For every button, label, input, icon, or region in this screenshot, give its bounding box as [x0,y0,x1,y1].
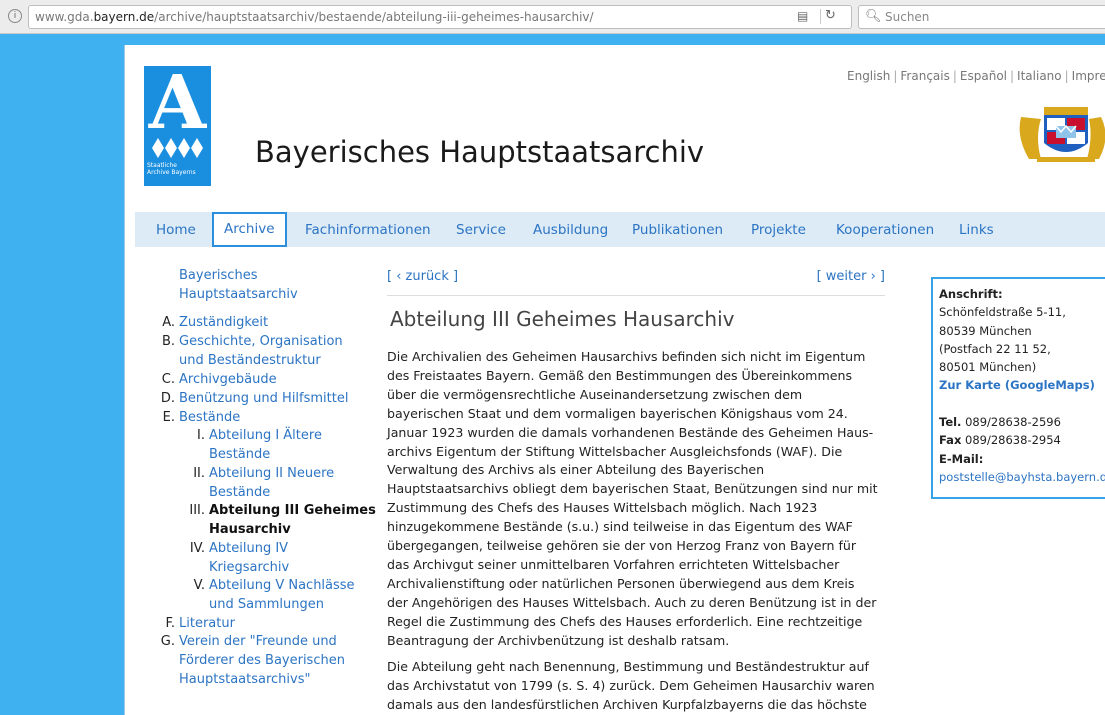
lang-english[interactable]: English [847,69,890,83]
reload-icon[interactable]: ↻ [825,8,841,24]
next-link[interactable]: [ weiter › ] [817,269,885,284]
site-title: Bayerisches Hauptstaatsarchiv [255,135,705,169]
reader-view-icon[interactable]: ▤ [797,9,813,23]
search-input[interactable]: 🔍︎ Suchen [858,5,1105,29]
nav-home[interactable]: Home [156,212,196,247]
url-text: www.gda.bayern.de/archive/hauptstaatsarc… [35,10,594,24]
impressum-link[interactable]: Impres [1072,69,1105,83]
url-divider [820,9,821,24]
address-street: Schönfeldstraße 5-11, [939,305,1066,320]
info-icon[interactable]: i [8,9,22,23]
paragraph-2: Die Abteilung geht nach Benennung, Besti… [387,659,875,712]
nav-ausbildung[interactable]: Ausbildung [533,212,608,247]
nav-projekte[interactable]: Projekte [751,212,806,247]
bavarian-coat-of-arms-icon [1011,97,1105,163]
fax-label: Fax [939,433,962,448]
address-postfach: (Postfach 22 11 52, [939,341,1051,356]
nav-publikationen[interactable]: Publikationen [632,212,723,247]
address-city: 80539 München [939,323,1032,338]
address-bar[interactable]: www.gda.bayern.de/archive/hauptstaatsarc… [28,5,852,29]
fax-number: 089/28638-2954 [965,433,1061,448]
search-icon: 🔍︎ [865,9,882,24]
paragraph-1: Die Archivalien des Geheimen Hausarchivs… [387,349,878,648]
search-placeholder: Suchen [885,10,930,24]
tel-label: Tel. [939,415,962,430]
main-navigation: Home Archive Fachinformationen Service A… [135,212,1105,247]
lang-italian[interactable]: Italiano [1017,69,1062,83]
nav-service[interactable]: Service [456,212,506,247]
nav-kooperationen[interactable]: Kooperationen [836,212,934,247]
archive-logo[interactable]: A Staatliche Archive Bayerns [144,60,211,186]
logo-caption: Staatliche Archive Bayerns [147,162,196,176]
lang-spanish[interactable]: Español [960,69,1007,83]
address-label: Anschrift: [939,287,1003,301]
map-link[interactable]: Zur Karte (GoogleMaps) [939,378,1095,392]
pager-divider [387,295,885,296]
lang-french[interactable]: Français [900,69,949,83]
page-container: A Staatliche Archive Bayerns Bayerisches… [124,45,1105,715]
address-postfach-city: 80501 München) [939,360,1037,375]
email-label: E-Mail: [939,451,984,466]
nav-links[interactable]: Links [959,212,994,247]
language-links: English|Français|Español|Italiano|Impres [847,69,1105,83]
nav-fachinformationen[interactable]: Fachinformationen [305,212,431,247]
browser-toolbar: i www.gda.bayern.de/archive/hauptstaatsa… [0,0,1105,34]
address-box: Anschrift: Schönfeldstraße 5-11, 80539 M… [931,277,1105,499]
email-link[interactable]: poststelle@bayhsta.bayern.de [939,468,1105,486]
sidebar-home-link[interactable]: Bayerisches Hauptstaatsarchiv [179,267,298,305]
diamond-pattern-icon [152,138,203,158]
logo-letter: A [148,60,207,146]
nav-archive[interactable]: Archive [212,212,287,247]
page-title: Abteilung III Geheimes Hausarchiv [390,307,735,331]
previous-link[interactable]: [ ‹ zurück ] [387,269,458,284]
tel-number: 089/28638-2596 [965,415,1061,430]
